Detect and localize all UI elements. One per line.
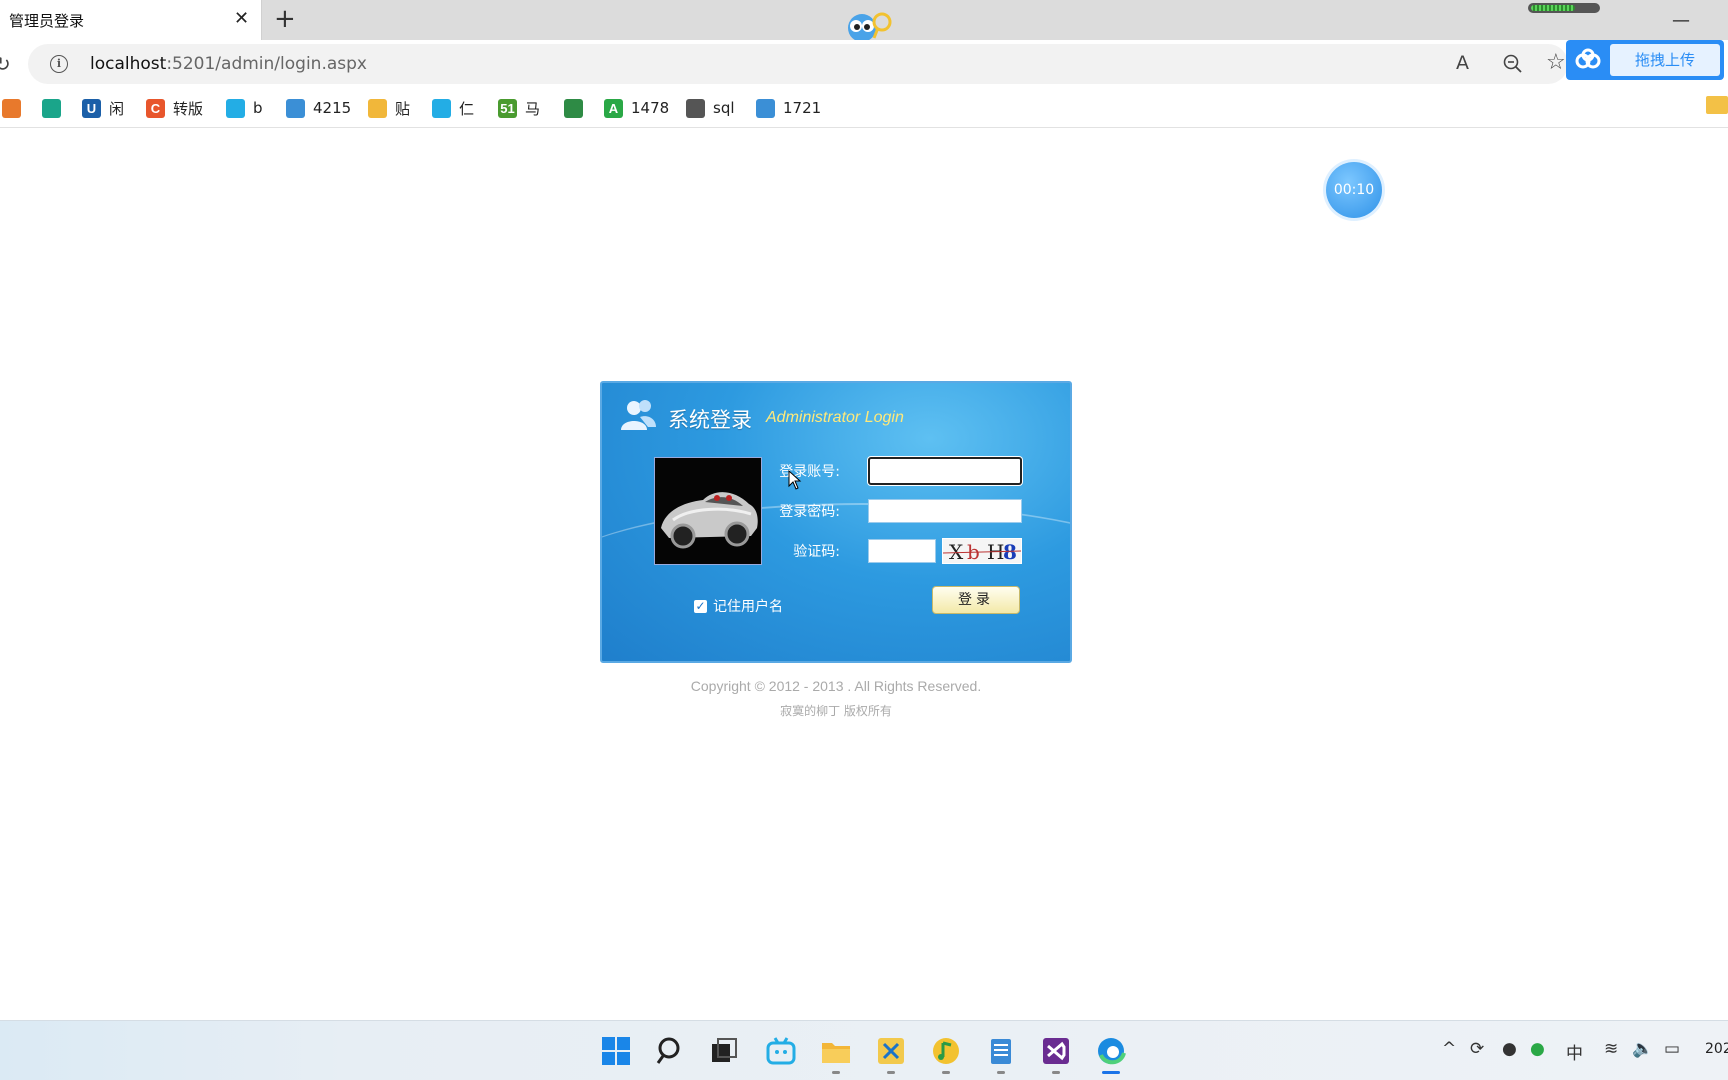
address-bar[interactable]: i localhost:5201/admin/login.aspx A ☆ — [28, 44, 1568, 84]
edge-browser-icon[interactable] — [1095, 1035, 1127, 1067]
reload-icon[interactable]: ↻ — [0, 52, 11, 76]
book-icon — [286, 98, 305, 118]
envelope-icon — [368, 98, 387, 118]
login-button[interactable]: 登录 — [932, 586, 1020, 614]
bookmark-item[interactable]: A 1478 — [604, 96, 669, 120]
drag-upload-button[interactable]: 拖拽上传 — [1610, 44, 1720, 76]
remember-username[interactable]: ✓ 记住用户名 — [694, 596, 783, 616]
remember-checkbox[interactable]: ✓ — [694, 599, 707, 613]
timer-badge[interactable]: 00:10 — [1326, 162, 1382, 218]
tab-strip: 管理员登录 ✕ + — — [0, 0, 1728, 42]
bookmarks-bar: U 闲 C 转版 b 4215 贴 仁 51 马 A 1478 sql 1721 — [0, 88, 1728, 128]
login-subtitle: Administrator Login — [766, 409, 904, 426]
captcha-input[interactable] — [868, 539, 936, 563]
info-icon[interactable]: i — [50, 55, 68, 73]
bookmark-item[interactable] — [564, 96, 591, 120]
owl-mascot-icon — [848, 12, 892, 42]
volume-icon[interactable]: 🔈 — [1632, 1039, 1653, 1059]
u-icon: U — [82, 98, 101, 118]
green-circle-icon — [42, 98, 61, 118]
account-input[interactable] — [868, 457, 1022, 485]
wifi-icon[interactable]: ≋ — [1604, 1039, 1618, 1059]
bookmark-item[interactable] — [2, 96, 29, 120]
taskbar: ^ ⟳ ● ● 中 ≋ 🔈 ▭ 202 — [0, 1020, 1728, 1080]
bilibili-icon — [432, 98, 451, 118]
captcha-label: 验证码: — [793, 544, 840, 560]
bookmark-label: 马 — [525, 99, 541, 118]
bookmark-label: 贴 — [395, 99, 411, 118]
bookmark-label: 1721 — [783, 99, 822, 117]
bookmark-label: 转版 — [173, 99, 204, 118]
close-icon[interactable]: ✕ — [234, 8, 249, 30]
51-icon: 51 — [498, 98, 517, 118]
users-icon — [621, 400, 656, 430]
login-title: 系统登录 — [668, 408, 752, 432]
captcha-image[interactable]: X b H 8 — [942, 538, 1022, 564]
bilibili-icon[interactable] — [765, 1035, 797, 1067]
battery-icon[interactable]: ▭ — [1664, 1039, 1680, 1059]
other-favorites-folder-icon[interactable] — [1706, 96, 1728, 114]
read-aloud-icon[interactable]: A — [1456, 52, 1469, 74]
url-text[interactable]: localhost:5201/admin/login.aspx — [90, 54, 367, 74]
book-icon — [756, 98, 775, 118]
file-explorer-icon[interactable] — [820, 1035, 852, 1067]
clock-text[interactable]: 202 — [1705, 1041, 1728, 1057]
search-icon[interactable] — [655, 1035, 687, 1067]
bookmark-label: 1478 — [631, 99, 670, 117]
favorite-star-icon[interactable]: ☆ — [1546, 50, 1566, 75]
baidu-netdisk-widget[interactable]: 拖拽上传 — [1566, 40, 1724, 80]
tray-security-icon[interactable]: ● — [1530, 1039, 1545, 1059]
zoom-out-icon[interactable] — [1502, 53, 1524, 75]
owner-text: 寂寞的柳丁 版权所有 — [780, 704, 892, 718]
password-input[interactable] — [868, 499, 1022, 523]
navigation-bar: ↻ i localhost:5201/admin/login.aspx A ☆ — [0, 40, 1728, 88]
bookmark-item[interactable]: 4215 — [286, 96, 351, 120]
meter-widget — [1528, 3, 1600, 13]
bookmark-item[interactable]: 1721 — [756, 96, 821, 120]
bookmark-label: b — [253, 99, 263, 117]
page-icon — [686, 98, 705, 118]
csdn-icon: C — [146, 98, 165, 118]
bookmark-item[interactable]: 贴 — [368, 96, 410, 120]
tab-title: 管理员登录 — [9, 12, 85, 30]
bilibili-icon — [226, 98, 245, 118]
bookmark-item[interactable]: U闲 — [82, 96, 124, 120]
bookmark-item[interactable]: b — [226, 96, 263, 120]
ime-indicator[interactable]: 中 — [1566, 1039, 1583, 1064]
bookmark-item[interactable]: sql — [686, 96, 735, 120]
password-label: 登录密码: — [779, 504, 840, 520]
windows-start-icon[interactable] — [600, 1035, 632, 1067]
bookmark-label: sql — [713, 99, 735, 117]
snipping-tool-icon[interactable] — [875, 1035, 907, 1067]
minimize-button[interactable]: — — [1672, 10, 1690, 31]
bookmark-label: 仁 — [459, 99, 475, 118]
bookmark-item[interactable]: 仁 — [432, 96, 474, 120]
visual-studio-icon[interactable] — [1040, 1035, 1072, 1067]
bookmark-label: 闲 — [109, 99, 125, 118]
mouse-cursor-icon — [788, 470, 802, 490]
bookmark-item[interactable]: 51 马 — [498, 96, 540, 120]
tray-chevron-icon[interactable]: ^ — [1442, 1039, 1456, 1059]
c-orange-icon — [2, 98, 21, 118]
bookmark-label: 4215 — [313, 99, 352, 117]
new-tab-button[interactable]: + — [274, 4, 296, 34]
music-app-icon[interactable] — [930, 1035, 962, 1067]
sync-icon[interactable]: ⟳ — [1470, 1039, 1484, 1059]
notepad-icon[interactable] — [985, 1035, 1017, 1067]
bookmark-item[interactable]: C 转版 — [146, 96, 203, 120]
login-panel: 系统登录 Administrator Login 登录账号: 登录密码: 验证码… — [600, 381, 1072, 663]
tray-app-icon[interactable]: ● — [1502, 1039, 1517, 1059]
remember-label: 记住用户名 — [713, 599, 783, 615]
tab-admin-login[interactable]: 管理员登录 ✕ — [0, 0, 262, 40]
a-icon: A — [604, 98, 623, 118]
shield-icon — [564, 98, 583, 118]
task-view-icon[interactable] — [708, 1035, 740, 1067]
copyright-text: Copyright © 2012 - 2013 . All Rights Res… — [690, 678, 982, 694]
bookmark-item[interactable] — [42, 96, 69, 120]
baidu-cloud-icon — [1575, 48, 1601, 69]
